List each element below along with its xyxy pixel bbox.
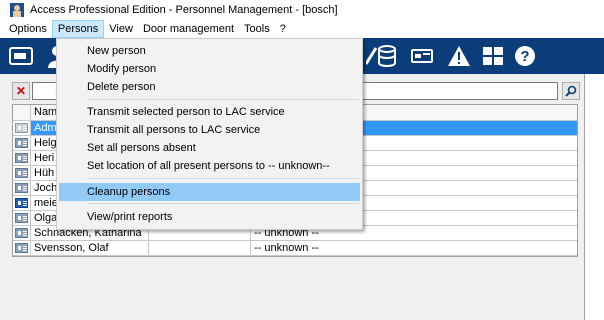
menu-item-transmit-selected[interactable]: Transmit selected person to LAC service <box>59 103 360 121</box>
menu-separator <box>87 178 359 179</box>
person-card-icon <box>15 183 28 193</box>
menu-help[interactable]: ? <box>275 20 291 38</box>
menu-item-modify-person[interactable]: Modify person <box>59 60 360 78</box>
person-card-icon <box>15 168 28 178</box>
cell-3: -- unknown -- <box>254 242 319 254</box>
person-card-icon <box>15 138 28 148</box>
menu-item-view-print-reports[interactable]: View/print reports <box>59 208 360 226</box>
menu-item-new-person[interactable]: New person <box>59 42 360 60</box>
menu-options[interactable]: Options <box>4 20 52 38</box>
menu-bar: Options Persons View Door management Too… <box>0 20 604 38</box>
search-button[interactable] <box>562 82 580 100</box>
warning-icon[interactable] <box>446 43 472 69</box>
header-icon-cell <box>13 105 31 120</box>
close-icon: ✕ <box>15 84 27 98</box>
title-bar: Access Professional Edition - Personnel … <box>0 0 604 20</box>
grid-icon[interactable] <box>480 43 506 69</box>
card-icon[interactable] <box>8 43 34 69</box>
search-icon <box>565 85 577 97</box>
menu-item-set-location-unknown[interactable]: Set location of all present persons to -… <box>59 157 360 175</box>
menu-door-management[interactable]: Door management <box>138 20 239 38</box>
person-card-icon <box>15 123 28 133</box>
menu-view[interactable]: View <box>104 20 138 38</box>
menu-item-delete-person[interactable]: Delete person <box>59 78 360 96</box>
person-card-icon <box>15 228 28 238</box>
app-person-icon <box>10 3 24 17</box>
clear-filter-button[interactable]: ✕ <box>12 82 30 100</box>
table-row[interactable]: Svensson, Olaf -- unknown -- <box>13 241 577 256</box>
svg-text:?: ? <box>520 48 529 65</box>
person-card-icon <box>15 153 28 163</box>
reader-icon[interactable] <box>410 43 436 69</box>
menu-item-transmit-all[interactable]: Transmit all persons to LAC service <box>59 121 360 139</box>
help-icon[interactable]: ? <box>512 43 538 69</box>
menu-separator <box>87 203 359 204</box>
menu-item-set-all-absent[interactable]: Set all persons absent <box>59 139 360 157</box>
person-card-icon <box>15 213 28 223</box>
right-pane <box>584 74 604 320</box>
window-title: Access Professional Edition - Personnel … <box>30 4 338 16</box>
menu-tools[interactable]: Tools <box>239 20 275 38</box>
database-icon[interactable] <box>374 43 400 69</box>
cell-2 <box>149 241 251 255</box>
menu-item-cleanup-persons[interactable]: Cleanup persons <box>59 183 360 201</box>
menu-separator <box>87 99 359 100</box>
person-card-icon <box>15 243 28 253</box>
persons-menu-dropdown: New person Modify person Delete person T… <box>56 38 363 230</box>
cell-name: Svensson, Olaf <box>31 241 149 255</box>
menu-persons[interactable]: Persons <box>51 20 105 38</box>
person-card-blue-icon <box>15 198 28 208</box>
